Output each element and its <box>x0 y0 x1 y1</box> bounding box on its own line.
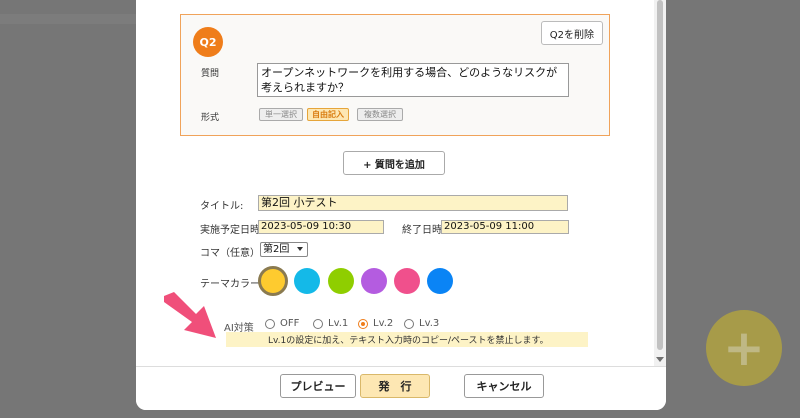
koma-label: コマ（任意）: <box>200 248 264 259</box>
format-multiple-choice-button[interactable]: 複数選択 <box>357 108 403 121</box>
ai-option-off[interactable]: OFF <box>265 318 299 329</box>
ai-option-off-label: OFF <box>280 318 300 329</box>
theme-color-swatch-cyan[interactable] <box>294 268 320 294</box>
question-label: 質問 <box>201 69 220 79</box>
ai-option-lv2-label: Lv.2 <box>373 318 394 329</box>
scroll-down-arrow-icon[interactable] <box>656 357 664 362</box>
ai-setting-notice: Lv.1の設定に加え、テキスト入力時のコピー/ペーストを禁止します。 <box>226 332 588 347</box>
pointer-arrow-icon <box>164 292 216 338</box>
theme-color-swatch-pink[interactable] <box>394 268 420 294</box>
scrollbar-thumb[interactable] <box>657 0 663 350</box>
ai-option-lv2[interactable]: Lv.2 <box>358 318 393 329</box>
plus-icon: + <box>723 319 765 377</box>
koma-selected-value: 第2回 <box>263 244 290 255</box>
cancel-button[interactable]: キャンセル <box>464 374 544 398</box>
title-label: タイトル: <box>200 201 244 212</box>
question-card: Q2 Q2を削除 質問 オープンネットワークを利用する場合、どのようなリスクが考… <box>180 14 610 136</box>
radio-off[interactable] <box>265 318 275 329</box>
edit-quiz-dialog: Q2 Q2を削除 質問 オープンネットワークを利用する場合、どのようなリスクが考… <box>136 0 666 410</box>
dialog-footer: プレビュー 発 行 キャンセル <box>136 366 666 410</box>
format-free-text-button[interactable]: 自由記入 <box>307 108 349 121</box>
question-text-field[interactable]: オープンネットワークを利用する場合、どのようなリスクが考えられますか？ <box>257 63 569 97</box>
title-input[interactable]: 第2回 小テスト <box>258 195 568 211</box>
end-datetime-label: 終了日時: <box>402 225 446 236</box>
koma-select[interactable]: 第2回 <box>260 242 308 257</box>
theme-color-swatch-blue[interactable] <box>427 268 453 294</box>
ai-option-lv1[interactable]: Lv.1 <box>313 318 348 329</box>
question-number-badge: Q2 <box>193 27 223 57</box>
publish-button[interactable]: 発 行 <box>360 374 430 398</box>
theme-color-label: テーマカラー: <box>200 279 264 290</box>
preview-button[interactable]: プレビュー <box>280 374 356 398</box>
radio-lv1[interactable] <box>313 318 323 329</box>
ai-option-lv1-label: Lv.1 <box>328 318 349 329</box>
radio-lv3[interactable] <box>404 318 414 329</box>
theme-color-swatch-yellow[interactable] <box>258 266 288 296</box>
dialog-scrollbar[interactable] <box>654 0 666 366</box>
ai-option-lv3[interactable]: Lv.3 <box>404 318 439 329</box>
radio-lv2[interactable] <box>358 318 368 329</box>
background-header-bar <box>0 14 150 24</box>
delete-question-button[interactable]: Q2を削除 <box>540 21 603 45</box>
theme-color-swatch-green[interactable] <box>328 268 354 294</box>
format-single-choice-button[interactable]: 単一選択 <box>259 108 303 121</box>
add-question-button[interactable]: + 質問を追加 <box>343 151 445 175</box>
chevron-down-icon <box>297 247 303 251</box>
end-datetime-input[interactable]: 2023-05-09 11:00 <box>441 220 569 234</box>
start-datetime-input[interactable]: 2023-05-09 10:30 <box>258 220 384 234</box>
ai-option-lv3-label: Lv.3 <box>419 318 440 329</box>
add-fab-button[interactable]: + <box>706 310 782 386</box>
theme-color-swatch-purple[interactable] <box>361 268 387 294</box>
start-datetime-label: 実施予定日時: <box>200 225 264 236</box>
format-label: 形式 <box>201 113 220 123</box>
